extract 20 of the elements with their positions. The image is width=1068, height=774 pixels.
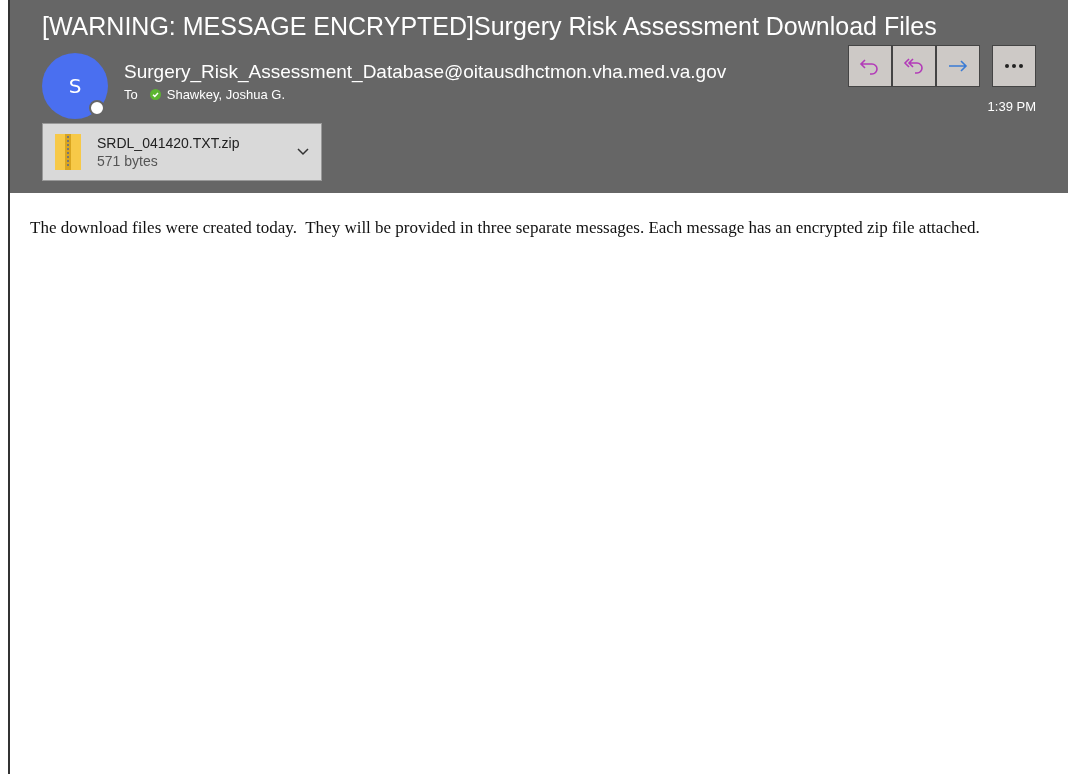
reply-all-button[interactable] [892, 45, 936, 87]
more-icon [1004, 63, 1024, 69]
chevron-icon[interactable] [297, 148, 309, 156]
reply-all-icon [903, 56, 925, 76]
attachment-card[interactable]: SRDL_041420.TXT.zip 571 bytes [42, 123, 322, 181]
message-body: The download files were created today. They will be provided in three separate messages. Each message has an encrypted zip file attached. [30, 217, 981, 239]
message-subject: [WARNING: MESSAGE ENCRYPTED]Surgery Risk Assessment Download Files [42, 12, 938, 41]
sent-time: 1:39 PM [987, 99, 1036, 114]
sender-address[interactable]: Surgery_Risk_Assessment_Database@oitausdhctmon.vha.med.va.gov [124, 61, 848, 83]
check-icon [149, 89, 161, 100]
more-button[interactable] [992, 45, 1036, 87]
attachment-name: SRDL_041420.TXT.zip [97, 135, 241, 151]
to-label: To [124, 87, 138, 102]
reply-icon [859, 56, 881, 76]
reply-button[interactable] [848, 45, 892, 87]
forward-button[interactable] [936, 45, 980, 87]
sender-avatar: S [42, 53, 108, 119]
recipient-name[interactable]: Shawkey, Joshua G. [166, 87, 285, 102]
attachment-size: 571 bytes [97, 153, 159, 169]
zip-folder-icon [55, 132, 81, 172]
